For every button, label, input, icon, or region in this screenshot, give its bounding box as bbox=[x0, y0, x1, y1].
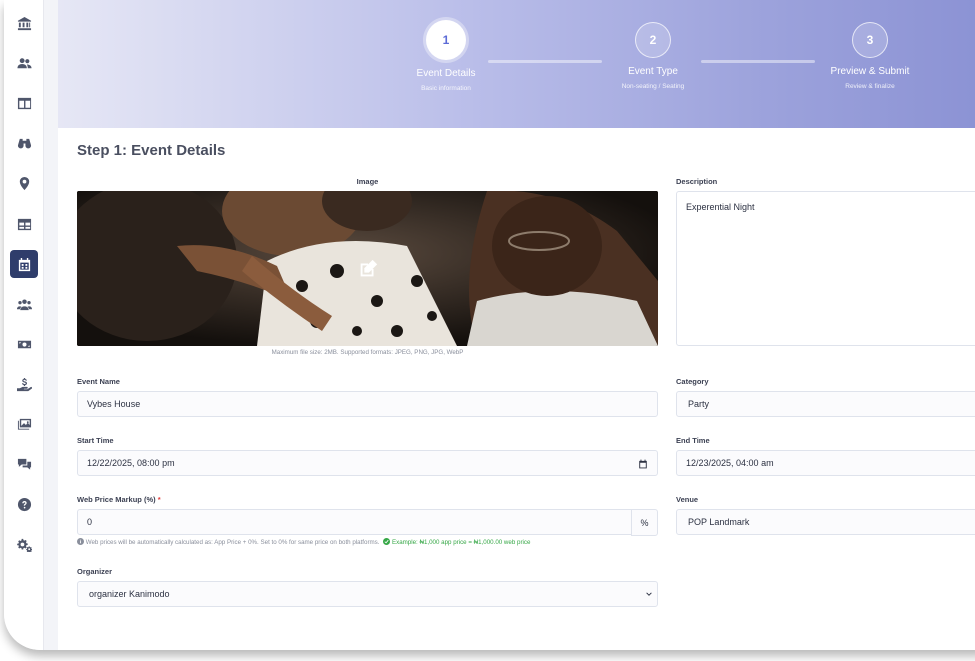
description-textarea[interactable]: Experential Night bbox=[676, 191, 975, 346]
sidebar-item-payments[interactable] bbox=[10, 330, 38, 358]
sidebar-item-gallery[interactable] bbox=[10, 410, 38, 438]
category-label: Category bbox=[676, 377, 709, 386]
step-title: Event Details bbox=[416, 68, 476, 79]
markup-input[interactable]: 0 bbox=[77, 509, 632, 535]
binoculars-icon bbox=[17, 138, 31, 148]
sidebar-item-venues[interactable] bbox=[10, 169, 38, 197]
stepper-header: 1 Event Details Basic information 2 Even… bbox=[58, 0, 975, 128]
sidebar-item-binoculars[interactable] bbox=[10, 129, 38, 157]
step-1[interactable]: 1 Event Details Basic information bbox=[376, 20, 516, 92]
chevron-down-icon bbox=[646, 592, 652, 596]
sidebar-item-users[interactable] bbox=[10, 49, 38, 77]
sidebar-item-messages[interactable] bbox=[10, 450, 38, 478]
organizer-value: organizer Kanimodo bbox=[89, 589, 170, 599]
organizer-label: Organizer bbox=[77, 567, 113, 576]
user-group-icon bbox=[16, 298, 32, 310]
step-3[interactable]: 3 Preview & Submit Review & finalize bbox=[800, 20, 940, 90]
table-icon bbox=[17, 218, 31, 230]
step-subtitle: Basic information bbox=[421, 85, 471, 92]
calendar-icon bbox=[18, 257, 30, 271]
markup-label-text: Web Price Markup (%) bbox=[77, 495, 156, 504]
sidebar-item-payouts[interactable] bbox=[10, 370, 38, 398]
sidebar-item-tables[interactable] bbox=[10, 210, 38, 238]
image-hint: Maximum file size: 2MB. Supported format… bbox=[271, 349, 464, 356]
markup-hint: Web prices will be automatically calcula… bbox=[77, 538, 530, 546]
cogs-icon bbox=[16, 538, 32, 552]
step-number: 3 bbox=[852, 22, 888, 58]
markup-label: Web Price Markup (%) * bbox=[77, 495, 161, 504]
event-image-upload[interactable] bbox=[77, 191, 658, 346]
step-title: Event Type bbox=[628, 66, 678, 77]
step-subtitle: Non-seating / Seating bbox=[621, 83, 685, 90]
venue-select[interactable]: POP Landmark bbox=[676, 509, 975, 535]
edit-icon[interactable] bbox=[357, 258, 379, 280]
users-icon bbox=[16, 57, 32, 68]
sidebar-item-settings[interactable] bbox=[10, 530, 38, 558]
page-title: Step 1: Event Details bbox=[77, 142, 226, 159]
comments-icon bbox=[17, 458, 31, 470]
question-circle-icon bbox=[17, 497, 31, 511]
money-icon bbox=[17, 340, 31, 348]
app-window: 1 Event Details Basic information 2 Even… bbox=[4, 0, 975, 650]
step-number: 1 bbox=[426, 20, 466, 60]
sidebar-item-columns[interactable] bbox=[10, 89, 38, 117]
end-time-input[interactable]: 12/23/2025, 04:00 am bbox=[676, 450, 975, 476]
description-label: Description bbox=[676, 177, 718, 186]
step-2[interactable]: 2 Event Type Non-seating / Seating bbox=[583, 20, 723, 90]
percent-suffix: % bbox=[631, 509, 658, 536]
sidebar-item-help[interactable] bbox=[10, 490, 38, 518]
step-title: Preview & Submit bbox=[830, 66, 910, 77]
columns-icon bbox=[17, 97, 31, 109]
calendar-icon[interactable] bbox=[638, 459, 648, 469]
main-content: 1 Event Details Basic information 2 Even… bbox=[58, 0, 975, 650]
event-name-input[interactable]: Vybes House bbox=[77, 391, 658, 417]
markup-hint-text: Web prices will be automatically calcula… bbox=[85, 539, 380, 546]
image-label: Image bbox=[356, 177, 379, 186]
check-circle-icon bbox=[383, 538, 391, 545]
venue-label: Venue bbox=[676, 495, 699, 504]
organizer-select[interactable]: organizer Kanimodo bbox=[77, 581, 658, 607]
end-time-label: End Time bbox=[676, 436, 710, 445]
sidebar-item-events[interactable] bbox=[10, 250, 38, 278]
bank-icon bbox=[17, 16, 31, 30]
images-icon bbox=[17, 418, 31, 430]
location-pin-icon bbox=[19, 176, 29, 190]
sidebar bbox=[4, 0, 44, 650]
hand-holding-dollar-icon bbox=[16, 377, 32, 391]
markup-example-text: Example: ₦1,000 app price = ₦1,000.00 we… bbox=[391, 539, 531, 546]
info-icon bbox=[77, 538, 84, 545]
category-select[interactable]: Party bbox=[676, 391, 975, 417]
start-time-input[interactable]: 12/22/2025, 08:00 pm bbox=[77, 450, 658, 476]
step-subtitle: Review & finalize bbox=[845, 83, 895, 90]
sidebar-item-bank[interactable] bbox=[10, 9, 38, 37]
step-number: 2 bbox=[635, 22, 671, 58]
start-time-label: Start Time bbox=[77, 436, 114, 445]
sidebar-item-groups[interactable] bbox=[10, 290, 38, 318]
required-mark: * bbox=[157, 495, 161, 504]
event-name-label: Event Name bbox=[77, 377, 120, 386]
start-time-value: 12/22/2025, 08:00 pm bbox=[87, 458, 175, 468]
